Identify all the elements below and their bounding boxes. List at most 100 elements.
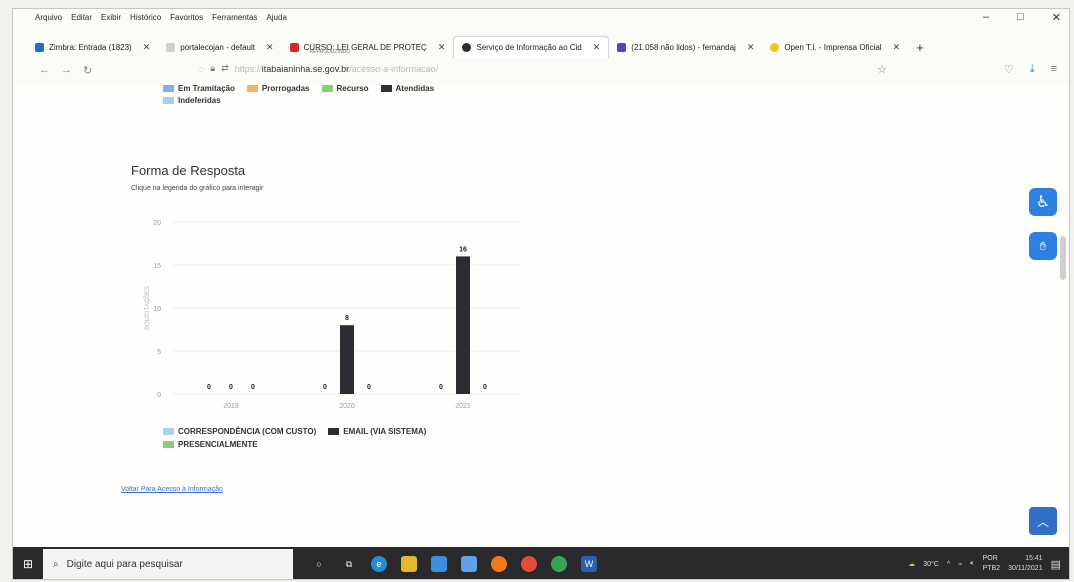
close-tab-icon[interactable]: ✕	[266, 42, 274, 53]
store-icon[interactable]	[431, 556, 447, 572]
notifications-icon[interactable]: ▤	[1051, 558, 1061, 571]
tab-email[interactable]: (21.058 não lidos) - fernandaj ✕	[609, 36, 762, 58]
permissions-icon[interactable]: ⇄	[221, 63, 229, 74]
menu-historico[interactable]: Histórico	[130, 13, 161, 22]
firefox-icon[interactable]	[491, 556, 507, 572]
menu-arquivo[interactable]: Arquivo	[35, 13, 62, 22]
screen: Arquivo Editar Exibir Histórico Favorito…	[12, 8, 1070, 580]
windows-start-icon[interactable]: ⊞	[13, 547, 43, 579]
url-host: itabaianinha.se.gov.br	[261, 63, 350, 74]
sign-language-icon[interactable]: ✋︎	[1029, 232, 1057, 260]
download-icon[interactable]: ⤓	[1030, 63, 1035, 76]
site-favicon-icon	[462, 43, 472, 52]
menu-icon[interactable]: ≡	[1051, 63, 1057, 76]
clock[interactable]: 15:41 30/11/2021	[1008, 554, 1043, 574]
back-icon[interactable]: ←	[39, 64, 50, 76]
weather-temp[interactable]: 30°C	[923, 561, 939, 568]
tab-zimbra[interactable]: Zimbra: Entrada (1823) ✕	[27, 36, 158, 58]
tab-title: (21.058 não lidos) - fernandaj	[631, 42, 736, 52]
address-bar[interactable]: ◌ 🔒︎ ⇄ https://itabaianinha.se.gov.br/ac…	[199, 63, 438, 74]
tab-title: Zimbra: Entrada (1823)	[49, 42, 132, 52]
forward-icon[interactable]: →	[61, 64, 72, 76]
tab-open-ti[interactable]: Open T.I. - Imprensa Oficial ✕	[762, 36, 908, 58]
menu-ferramentas[interactable]: Ferramentas	[212, 13, 257, 22]
word-icon[interactable]: W	[581, 556, 597, 572]
window-controls: – □ ✕	[983, 11, 1061, 24]
taskbar-apps: ○ ⧉ e W	[311, 556, 597, 572]
y-tick-label: 15	[153, 263, 161, 270]
menu-bar: Arquivo Editar Exibir Histórico Favorito…	[13, 9, 1069, 26]
x-tick-label: 2020	[339, 403, 355, 410]
task-view-icon[interactable]: ⧉	[341, 556, 357, 572]
menu-editar[interactable]: Editar	[71, 13, 92, 22]
close-tab-icon[interactable]: ✕	[747, 42, 755, 53]
legend-item-prorrogadas[interactable]: Prorrogadas	[246, 84, 310, 93]
close-tab-icon[interactable]: ✕	[143, 42, 151, 53]
edge-legacy-icon[interactable]	[551, 556, 567, 572]
tab-title: Open T.I. - Imprensa Oficial	[784, 42, 882, 52]
zimbra-favicon-icon	[35, 42, 44, 52]
legend-item-email[interactable]: EMAIL (VIA SISTEMA)	[328, 427, 426, 436]
edge-icon[interactable]: e	[371, 556, 387, 572]
search-icon: ⌕	[53, 558, 59, 570]
legend-item-em-tramitacao[interactable]: Em Tramitação	[163, 84, 235, 93]
weather-icon[interactable]: ☁	[908, 560, 915, 568]
shield-icon[interactable]: ◌	[199, 64, 204, 74]
close-tab-icon[interactable]: ✕	[593, 42, 601, 53]
data-label: 0	[483, 384, 487, 391]
tray-chevron-icon[interactable]: ^	[947, 561, 950, 568]
taskbar: ⊞ ⌕ Digite aqui para pesquisar ○ ⧉ e W ☁…	[13, 547, 1069, 579]
volume-icon[interactable]: 🔈︎	[970, 560, 974, 568]
menu-ajuda[interactable]: Ajuda	[266, 13, 286, 22]
data-label: 0	[207, 384, 211, 391]
accessibility-icon[interactable]: ♿︎	[1029, 188, 1057, 216]
page-content: Em Tramitação Prorrogadas Recurso Atendi…	[13, 84, 1069, 543]
minimize-button[interactable]: –	[983, 11, 989, 24]
legend-item-presencialmente[interactable]: PRESENCIALMENTE	[163, 440, 258, 449]
new-tab-button[interactable]: +	[916, 40, 924, 55]
chart-legend-row2: PRESENCIALMENTE	[163, 440, 258, 449]
maximize-button[interactable]: □	[1017, 11, 1024, 24]
lock-icon[interactable]: 🔒︎	[210, 63, 215, 74]
back-to-information-link[interactable]: Voltar Para Acesso à Informação	[121, 486, 223, 493]
bookmark-star-icon[interactable]: ☆	[877, 63, 887, 76]
status-legend-row2: Indeferidas	[163, 96, 221, 105]
y-tick-label: 5	[157, 349, 161, 356]
scrollbar[interactable]	[1060, 236, 1066, 280]
taskbar-search[interactable]: ⌕ Digite aqui para pesquisar	[43, 549, 293, 579]
close-window-button[interactable]: ✕	[1052, 11, 1061, 24]
pocket-icon[interactable]: ♡	[1004, 63, 1014, 76]
photo-background: Arquivo Editar Exibir Histórico Favorito…	[0, 0, 1074, 582]
section-subtitle: Clique na legenda do gráfico para intera…	[131, 185, 264, 192]
tab-portalecojan[interactable]: portalecojan - default ✕	[158, 36, 281, 58]
cortana-icon[interactable]: ○	[311, 556, 327, 572]
chrome-icon[interactable]	[521, 556, 537, 572]
data-label: 0	[229, 384, 233, 391]
tab-title: Serviço de Informação ao Cid	[476, 43, 582, 52]
legend-item-atendidas[interactable]: Atendidas	[380, 84, 434, 93]
page-favicon-icon	[166, 42, 176, 52]
file-explorer-icon[interactable]	[401, 556, 417, 572]
menu-favoritos[interactable]: Favoritos	[170, 13, 203, 22]
close-tab-icon[interactable]: ✕	[438, 42, 446, 53]
data-label: 0	[323, 384, 327, 391]
menu-exibir[interactable]: Exibir	[101, 13, 121, 22]
scroll-to-top-button[interactable]: ︿	[1029, 507, 1057, 535]
legend-item-indeferidas[interactable]: Indeferidas	[163, 96, 221, 105]
y-tick-label: 0	[157, 392, 161, 399]
tab-playing-label: REPRODUZINDO	[309, 49, 351, 55]
legend-item-correspondencia[interactable]: CORRESPONDÊNCIA (COM CUSTO)	[163, 427, 316, 436]
url-path: /acesso-a-informacao/	[349, 63, 439, 74]
calculator-icon[interactable]	[461, 556, 477, 572]
reload-icon[interactable]: ↻	[83, 64, 92, 77]
mail-favicon-icon	[617, 42, 627, 52]
language-indicator[interactable]: POR PTB2	[983, 554, 1001, 574]
network-icon[interactable]: ⌁	[958, 560, 962, 568]
site-favicon-icon	[770, 42, 780, 52]
y-tick-label: 20	[153, 220, 161, 227]
legend-item-recurso[interactable]: Recurso	[321, 84, 369, 93]
close-tab-icon[interactable]: ✕	[893, 42, 901, 53]
tab-servico-informacao[interactable]: Serviço de Informação ao Cid ✕	[453, 36, 610, 58]
y-tick-label: 10	[153, 306, 161, 313]
tab-curso[interactable]: CURSO: LEI GERAL DE PROTEÇ REPRODUZINDO …	[282, 36, 454, 58]
